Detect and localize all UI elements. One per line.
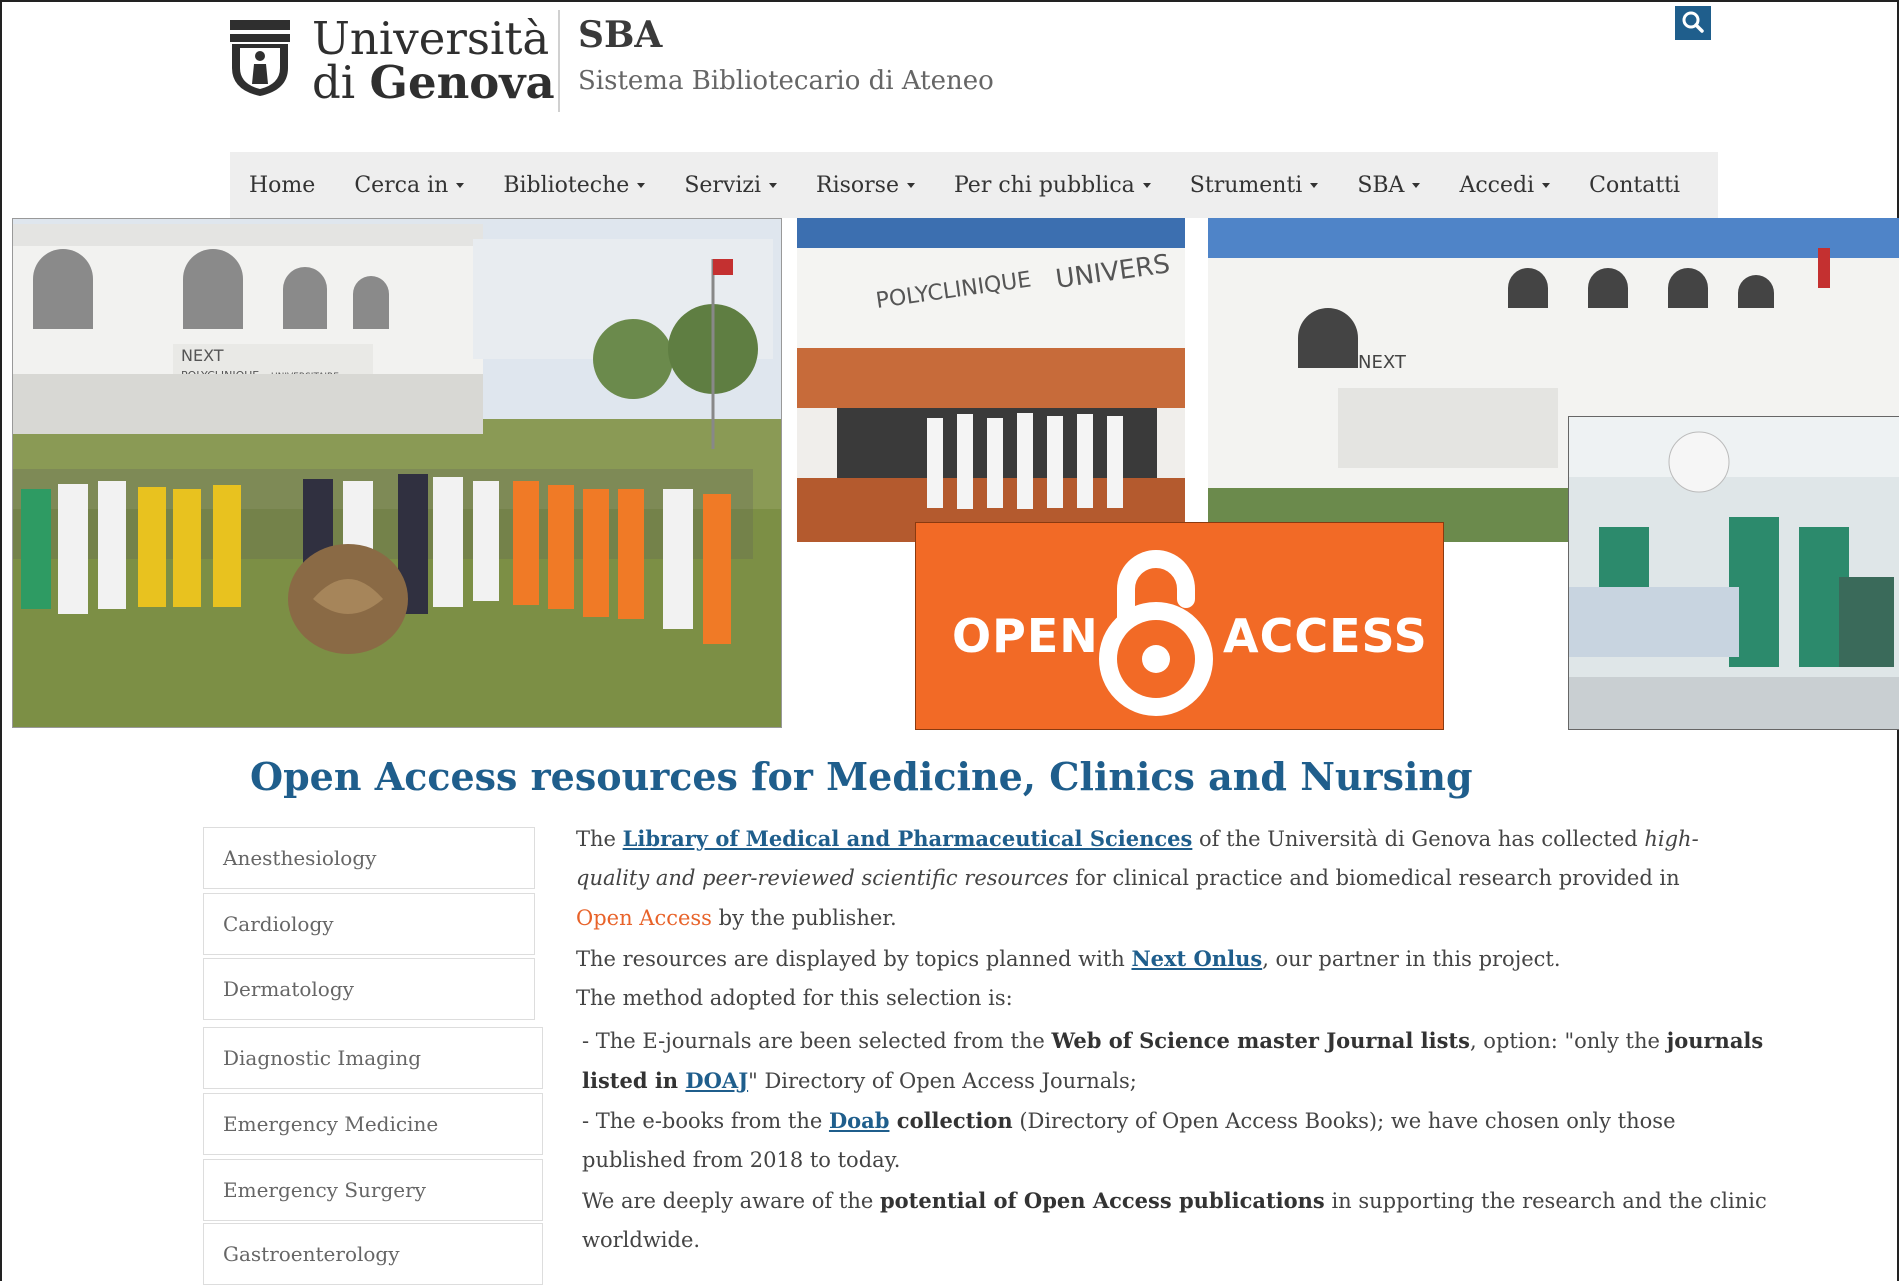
intro-line: quality and peer-reviewed scientific res…	[576, 866, 1680, 890]
method-line: published from 2018 to today.	[582, 1148, 901, 1172]
sidebar-item-cardiology[interactable]: Cardiology	[203, 893, 535, 955]
university-logo[interactable]: Università di Genova	[228, 12, 558, 109]
photo-building-team: POLYCLINIQUE UNIVERS	[797, 218, 1185, 542]
sidebar-item-emergency-medicine[interactable]: Emergency Medicine	[203, 1093, 543, 1155]
method-line: - The e-books from the Doab collection (…	[582, 1108, 1676, 1133]
sidebar-item-gastroenterology[interactable]: Gastroenterology	[203, 1223, 543, 1285]
sign-text-next: NEXT	[1358, 352, 1407, 373]
university-name-prefix: di	[312, 56, 356, 109]
nav-item-sba[interactable]: SBA	[1357, 173, 1421, 198]
photo-operating-room	[1568, 416, 1899, 730]
intro-line: Open Access by the publisher.	[576, 906, 897, 930]
search-button[interactable]	[1675, 6, 1711, 40]
photo-staff-group: NEXT POLYCLINIQUE UNIVERSITAIRE	[12, 218, 782, 728]
intro-line: The Library of Medical and Pharmaceutica…	[576, 826, 1699, 851]
closing-line: We are deeply aware of the potential of …	[582, 1188, 1767, 1213]
main-nav: Home Cerca in Biblioteche Servizi Risors…	[230, 152, 1718, 218]
site-title[interactable]: SBA	[578, 14, 662, 56]
doab-link[interactable]: Doab	[829, 1108, 890, 1133]
intro-line: The method adopted for this selection is…	[576, 986, 1013, 1010]
library-link[interactable]: Library of Medical and Pharmaceutical Sc…	[623, 826, 1193, 851]
intro-line: The resources are displayed by topics pl…	[576, 946, 1561, 971]
caret-down-icon	[1412, 182, 1421, 188]
method-line: listed in DOAJ" Directory of Open Access…	[582, 1068, 1137, 1093]
nav-item-contatti[interactable]: Contatti	[1589, 173, 1680, 198]
page-title: Open Access resources for Medicine, Clin…	[250, 754, 1473, 799]
nav-item-servizi[interactable]: Servizi	[684, 173, 778, 198]
open-access-word-access: ACCESS	[1223, 609, 1428, 663]
caret-down-icon	[1542, 182, 1551, 188]
nav-item-risorse[interactable]: Risorse	[816, 173, 915, 198]
method-line: - The E-journals are been selected from …	[582, 1028, 1764, 1053]
sidebar-item-dermatology[interactable]: Dermatology	[203, 958, 535, 1020]
closing-line: worldwide.	[582, 1228, 701, 1252]
university-name-line2: di Genova	[312, 56, 555, 109]
nav-item-home[interactable]: Home	[249, 173, 315, 198]
banner-collage: NEXT POLYCLINIQUE UNIVERSITAIRE	[12, 218, 1899, 730]
crest-icon	[230, 20, 290, 96]
university-name-bold: Genova	[369, 56, 555, 109]
caret-down-icon	[1142, 182, 1151, 188]
search-icon	[1682, 11, 1704, 33]
doaj-link[interactable]: DOAJ	[685, 1068, 748, 1093]
sidebar-item-emergency-surgery[interactable]: Emergency Surgery	[203, 1159, 543, 1221]
sign-text-next: NEXT	[181, 346, 224, 365]
header-divider	[558, 10, 560, 112]
nav-item-accedi[interactable]: Accedi	[1459, 173, 1551, 198]
sidebar-item-anesthesiology[interactable]: Anesthesiology	[203, 827, 535, 889]
sidebar-item-diagnostic-imaging[interactable]: Diagnostic Imaging	[203, 1027, 543, 1089]
nav-item-cerca-in[interactable]: Cerca in	[354, 173, 465, 198]
nav-item-strumenti[interactable]: Strumenti	[1190, 173, 1319, 198]
caret-down-icon	[769, 182, 778, 188]
nav-item-per-chi-pubblica[interactable]: Per chi pubblica	[954, 173, 1151, 198]
caret-down-icon	[456, 182, 465, 188]
nav-item-biblioteche[interactable]: Biblioteche	[503, 173, 646, 198]
site-subtitle: Sistema Bibliotecario di Ateneo	[578, 66, 994, 96]
open-access-highlight: Open Access	[576, 906, 712, 930]
next-onlus-link[interactable]: Next Onlus	[1131, 946, 1262, 971]
open-access-word-open: OPEN	[952, 609, 1099, 663]
open-access-badge: OPEN ACCESS	[915, 522, 1444, 730]
caret-down-icon	[1310, 182, 1319, 188]
caret-down-icon	[637, 182, 646, 188]
open-lock-icon	[1099, 550, 1213, 716]
caret-down-icon	[906, 182, 915, 188]
